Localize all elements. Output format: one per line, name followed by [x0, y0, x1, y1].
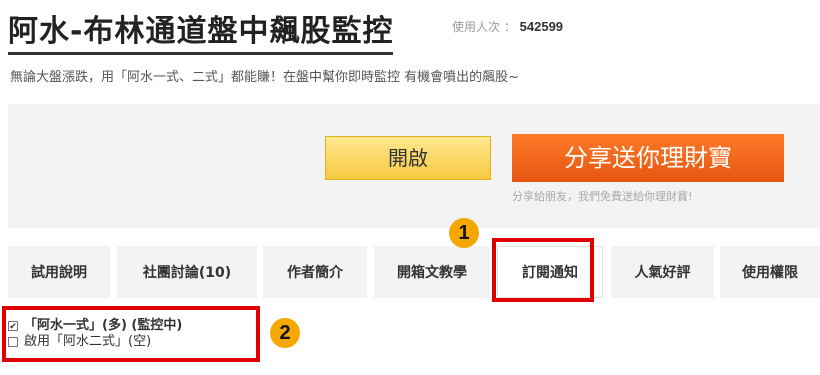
tab-community[interactable]: 社團討論(10) [117, 246, 257, 298]
open-button[interactable]: 開啟 [325, 136, 491, 180]
tab-reviews[interactable]: 人氣好評 [611, 246, 714, 298]
share-button[interactable]: 分享送你理財寶 [512, 134, 784, 182]
share-note: 分享給朋友，我們免費送給你理財寶! [512, 190, 693, 203]
highlight-options [2, 306, 260, 362]
page-subtitle: 無論大盤漲跌，用「阿水一式、二式」都能賺！在盤中幫你即時監控 有機會噴出的飆股~ [10, 70, 520, 85]
page-title: 阿水-布林通道盤中飆股監控 [8, 6, 394, 55]
tab-trial-guide[interactable]: 試用說明 [8, 246, 110, 298]
page: 阿水-布林通道盤中飆股監控 使用人次 ： 542599 無論大盤漲跌，用「阿水一… [0, 0, 820, 375]
annotation-marker-1: 1 [449, 218, 479, 248]
annotation-marker-2: 2 [270, 318, 300, 348]
usage-label: 使用人次 ： [452, 20, 516, 34]
usage-count: 542599 [519, 19, 564, 34]
tab-author[interactable]: 作者簡介 [263, 246, 367, 298]
usage-counter: 使用人次 ： 542599 [452, 18, 563, 35]
highlight-subscribe-tab [492, 238, 594, 302]
tab-unboxing[interactable]: 開箱文教學 [374, 246, 490, 298]
tab-permissions[interactable]: 使用權限 [720, 246, 820, 298]
